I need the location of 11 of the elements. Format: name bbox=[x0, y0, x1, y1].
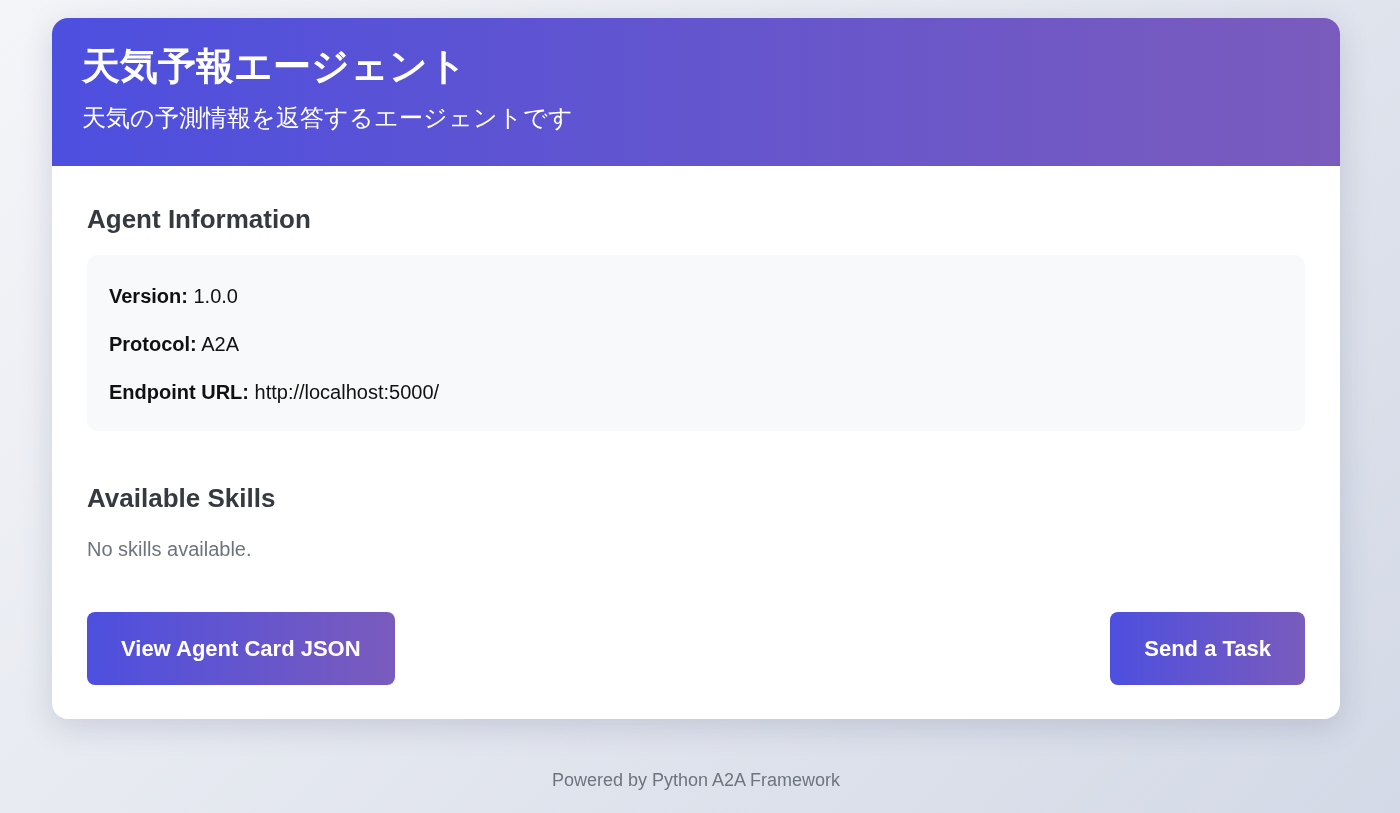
info-line: Version: 1.0.0 bbox=[109, 283, 239, 309]
agent-title: 天気予報エージェント bbox=[82, 44, 468, 89]
section-heading: Agent Information bbox=[87, 203, 312, 235]
section-heading: Available Skills bbox=[87, 482, 277, 514]
info-line: Protocol: A2A bbox=[109, 331, 241, 357]
footer-text: Powered by Python A2A Framework bbox=[550, 768, 842, 792]
info-line: Endpoint URL: http://localhost:5000/ bbox=[109, 379, 441, 405]
empty-skills-text: No skills available. bbox=[87, 536, 253, 562]
action-button[interactable]: Send a Task bbox=[1110, 611, 1305, 685]
agent-subtitle: 天気の予測情報を返答するエージェントです bbox=[82, 102, 574, 133]
action-button[interactable]: View Agent Card JSON bbox=[87, 611, 395, 685]
